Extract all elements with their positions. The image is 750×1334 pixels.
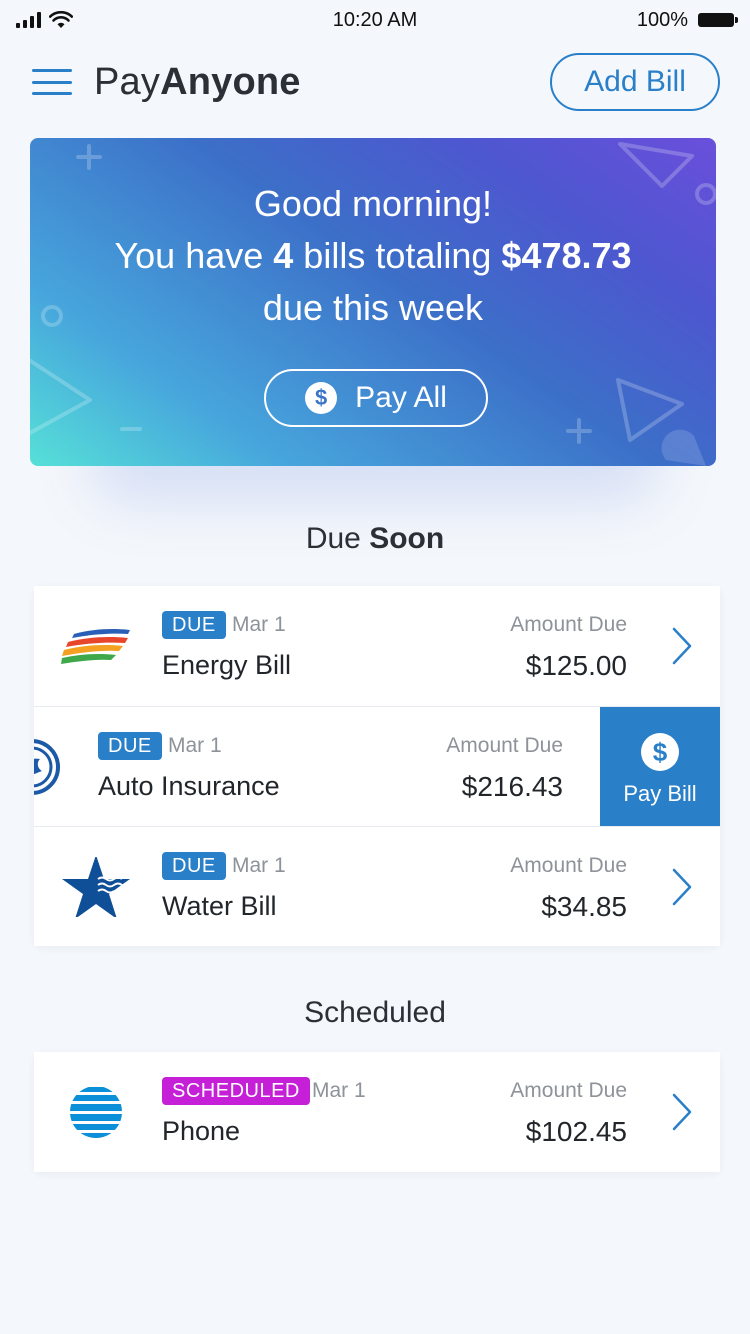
- globe-logo-icon: [70, 1086, 122, 1138]
- row-content: DUE Mar 1 Auto Insurance Amount Due $216…: [34, 707, 656, 826]
- due-date: Mar 1: [232, 854, 286, 877]
- chevron-right-icon[interactable]: [670, 1092, 694, 1132]
- bill-name: Phone: [162, 1116, 241, 1146]
- scheduled-date: Mar 1: [312, 1079, 366, 1102]
- scheduled-badge: SCHEDULED: [162, 1077, 310, 1105]
- hamburger-menu-icon[interactable]: [32, 66, 72, 98]
- scheduled-list: SCHEDULED Mar 1 Phone Amount Due $102.45: [34, 1052, 720, 1172]
- bill-row-water[interactable]: DUE Mar 1 Water Bill Amount Due $34.85: [34, 826, 720, 946]
- chevron-right-icon[interactable]: [670, 626, 694, 666]
- bill-row-auto-insurance[interactable]: DUE Mar 1 Auto Insurance Amount Due $216…: [34, 706, 720, 826]
- app-title-bold: Anyone: [160, 60, 301, 103]
- pay-all-label: Pay All: [355, 381, 447, 414]
- bill-name: Energy Bill: [162, 650, 292, 680]
- bill-count: 4: [273, 235, 294, 276]
- summary-prefix: You have: [114, 235, 274, 276]
- chevron-right-icon[interactable]: [670, 867, 694, 907]
- amount-value: $216.43: [461, 771, 563, 802]
- status-bar: 10:20 AM 100%: [0, 0, 750, 40]
- app-header: PayAnyone Add Bill: [0, 50, 750, 114]
- amount-value: $34.85: [541, 891, 627, 922]
- due-soon-list: DUE Mar 1 Energy Bill Amount Due $125.00…: [34, 586, 720, 946]
- dollar-icon: $: [641, 733, 679, 771]
- amount-value: $125.00: [525, 650, 627, 681]
- bill-row-energy[interactable]: DUE Mar 1 Energy Bill Amount Due $125.00: [34, 586, 720, 706]
- pay-bill-button[interactable]: $ Pay Bill: [600, 707, 720, 826]
- due-soon-light: Due: [305, 522, 370, 555]
- battery-icon: [698, 13, 738, 27]
- amount-value: $102.45: [525, 1116, 627, 1147]
- total-amount: $478.73: [501, 235, 632, 276]
- due-date: Mar 1: [168, 734, 222, 757]
- bill-row-phone[interactable]: SCHEDULED Mar 1 Phone Amount Due $102.45: [34, 1052, 720, 1172]
- amount-due-label: Amount Due: [446, 734, 563, 757]
- summary-banner: Good morning! You have 4 bills totaling …: [30, 138, 716, 466]
- due-badge: DUE: [162, 611, 226, 639]
- due-badge: DUE: [98, 732, 162, 760]
- bill-name: Water Bill: [162, 891, 277, 921]
- amount-due-label: Amount Due: [510, 854, 627, 877]
- due-this-week-text: due this week: [262, 287, 484, 328]
- star-logo-icon: [62, 857, 130, 917]
- amount-due-label: Amount Due: [510, 1079, 627, 1102]
- energy-logo-icon: [61, 629, 130, 664]
- dollar-icon: $: [305, 382, 338, 414]
- status-time: 10:20 AM: [332, 8, 418, 31]
- bill-name: Auto Insurance: [98, 771, 280, 801]
- due-soon-bold: Soon: [369, 522, 445, 555]
- add-bill-button[interactable]: Add Bill: [550, 53, 720, 111]
- app-title: PayAnyone: [94, 61, 301, 104]
- app-title-light: Pay: [94, 60, 161, 103]
- amount-due-label: Amount Due: [510, 613, 627, 636]
- pay-all-button[interactable]: $ Pay All: [264, 369, 488, 427]
- insurance-logo-icon: [34, 739, 60, 795]
- summary-middle: bills totaling: [293, 235, 502, 276]
- pay-bill-label: Pay Bill: [623, 781, 697, 806]
- due-date: Mar 1: [232, 613, 286, 636]
- section-title-due-soon: Due Soon: [0, 522, 750, 556]
- bills-summary-text: You have 4 bills totaling $478.73: [30, 230, 716, 282]
- due-badge: DUE: [162, 852, 226, 880]
- greeting-text: Good morning!: [253, 183, 493, 224]
- section-title-scheduled: Scheduled: [304, 996, 446, 1029]
